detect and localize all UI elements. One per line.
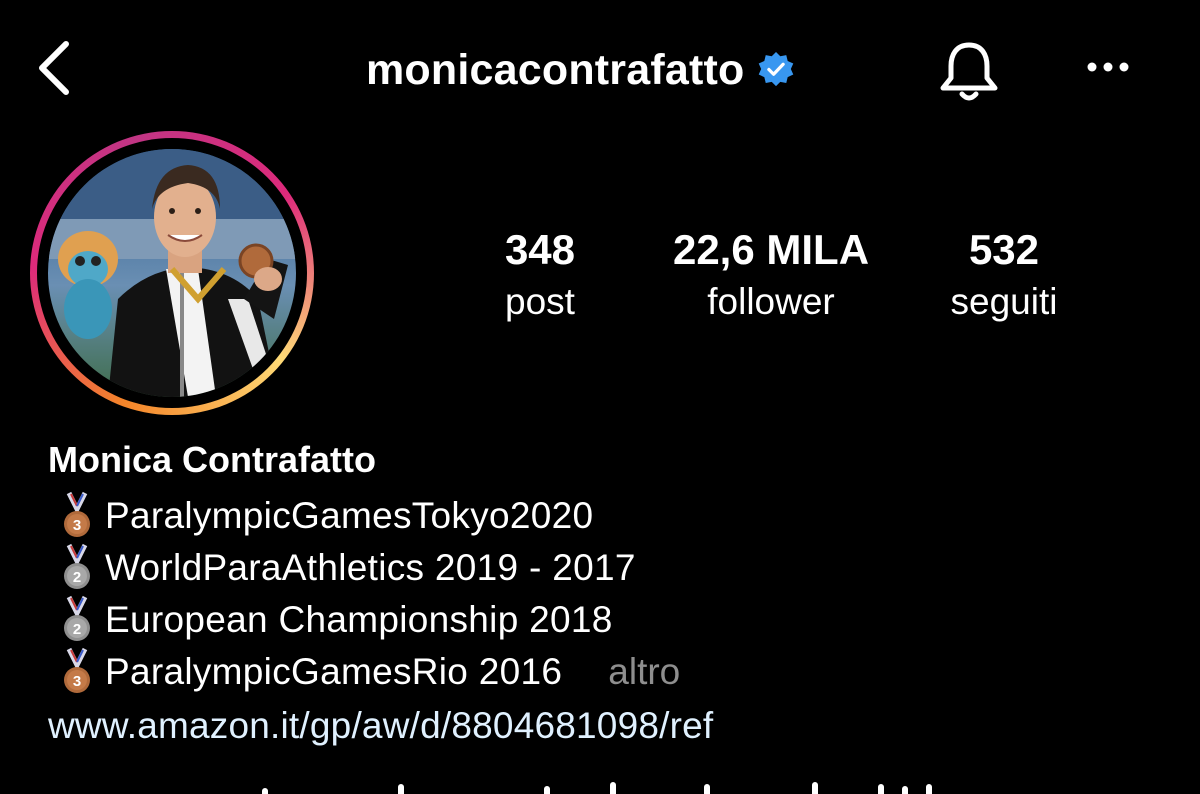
svg-text:2: 2: [73, 569, 81, 586]
bio-website-link[interactable]: www.amazon.it/gp/aw/d/8804681098/ref: [48, 700, 713, 752]
bio-line: 3 ParalympicGamesTokyo2020: [58, 490, 593, 542]
posts-value: 348: [504, 226, 576, 273]
bell-icon: [940, 42, 998, 101]
posts-label: post: [505, 281, 575, 322]
header-title: monicacontrafatto: [366, 42, 795, 98]
bio-line: 3 ParalympicGamesRio 2016 altro: [58, 646, 680, 698]
followers-count[interactable]: 22,6 MILA follower: [640, 224, 902, 328]
profile-photo-image: [48, 149, 296, 397]
following-count[interactable]: 532 seguiti: [920, 224, 1088, 328]
username: monicacontrafatto: [366, 45, 745, 94]
cut-off-content: [0, 772, 1200, 794]
notifications-button[interactable]: [934, 40, 1004, 104]
followers-value: 22,6 MILA: [672, 226, 870, 273]
verified-badge-icon: [758, 51, 793, 87]
following-label: seguiti: [950, 281, 1058, 322]
bronze-medal-icon: 3: [64, 491, 90, 537]
bio-line-text: ParalympicGamesRio 2016: [105, 651, 563, 692]
profile-name: Monica Contrafatto: [48, 439, 376, 480]
silver-medal-icon: 2: [64, 595, 90, 641]
more-options-button[interactable]: [1080, 52, 1136, 82]
bronze-medal-icon: 3: [64, 647, 90, 693]
bio-line-text: ParalympicGamesTokyo2020: [105, 495, 594, 536]
bio-line: 2 European Championship 2018: [58, 594, 613, 646]
posts-count[interactable]: 348 post: [470, 224, 610, 328]
silver-medal-icon: 2: [64, 543, 90, 589]
more-horizontal-icon: [1087, 62, 1129, 72]
following-value: 532: [968, 226, 1040, 273]
back-button[interactable]: [32, 38, 80, 98]
chevron-left-icon: [39, 41, 69, 95]
svg-text:3: 3: [73, 517, 81, 534]
svg-text:2: 2: [73, 621, 81, 638]
followers-label: follower: [707, 281, 835, 322]
bio-line: 2 WorldParaAthletics 2019 - 2017: [58, 542, 636, 594]
bio-line-text: European Championship 2018: [105, 599, 613, 640]
bio-more-link[interactable]: altro: [608, 651, 680, 693]
svg-text:3: 3: [73, 673, 81, 690]
bio-line-text: WorldParaAthletics 2019 - 2017: [105, 547, 636, 588]
profile-photo: [48, 149, 296, 397]
profile-screen: monicacontrafatto 348 post 22,6 MILA fol…: [0, 0, 1200, 794]
story-ring[interactable]: [30, 131, 314, 415]
